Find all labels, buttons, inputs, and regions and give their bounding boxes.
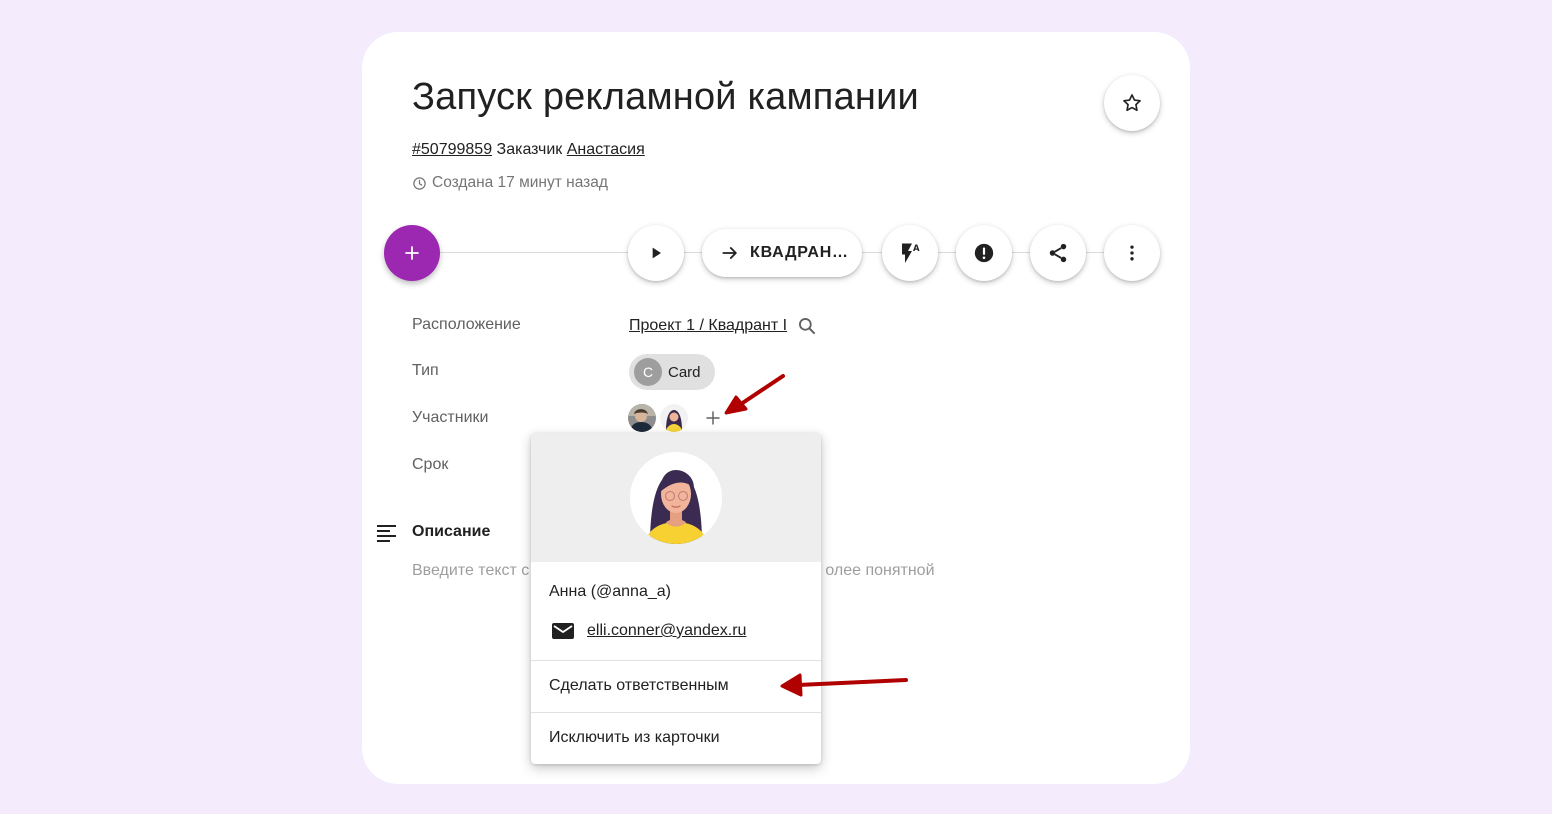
start-button[interactable] [628,225,684,281]
move-to-column-button[interactable]: КВАДРАН… [702,229,862,277]
share-icon [1049,243,1067,263]
remove-from-card-item[interactable]: Исключить из карточки [531,713,821,763]
alert-circle-icon [974,243,994,263]
flash-auto-icon: A [902,243,920,263]
plus-icon [405,246,419,260]
deadline-label: Срок [412,456,449,473]
created-info: Создана 17 минут назад [412,174,608,192]
more-vertical-icon [1130,245,1134,261]
location-field: Проект 1 / Квадрант I [629,316,817,336]
arrow-right-icon [722,247,737,259]
play-icon [652,247,661,259]
member-email-link[interactable]: elli.conner@yandex.ru [587,622,746,640]
member-illustration [660,404,688,432]
member-email-row: elli.conner@yandex.ru [551,621,746,641]
search-icon[interactable] [797,316,817,336]
member-avatar[interactable] [628,404,656,432]
type-chip[interactable]: C Card [629,354,715,390]
automation-button[interactable]: A [882,225,938,281]
clock-icon [413,176,426,190]
description-label: Описание [412,523,491,540]
description-placeholder-right: олее понятной [825,562,935,579]
location-link[interactable]: Проект 1 / Квадрант I [629,317,787,335]
member-popup-header [531,433,821,562]
card-meta: #50799859 Заказчик Анастасия [412,141,645,159]
type-label: Тип [412,362,439,379]
more-button[interactable] [1104,225,1160,281]
star-icon [1123,94,1141,112]
customer-label: Заказчик [496,141,563,158]
type-chip-avatar: C [634,358,662,386]
location-label: Расположение [412,316,521,333]
member-avatar-anna[interactable] [660,404,688,432]
text-align-icon [377,525,396,542]
created-text: Создана 17 минут назад [432,174,608,191]
member-name: Анна (@anna_a) [549,583,671,600]
add-fab-button[interactable] [384,225,440,281]
move-to-column-label: КВАДРАН… [750,244,849,261]
description-placeholder-left: Введите текст с [412,562,530,579]
member-popup: Анна (@anna_a) elli.conner@yandex.ru Сде… [531,433,821,764]
customer-link[interactable]: Анастасия [567,141,645,158]
member-photo [628,404,656,432]
members-label: Участники [412,409,489,426]
member-popup-avatar [630,451,722,544]
svg-text:A: A [913,244,920,254]
type-chip-label: Card [668,363,701,381]
favorite-button[interactable] [1104,75,1160,131]
members-list [628,404,724,432]
share-button[interactable] [1030,225,1086,281]
plus-icon [706,411,720,425]
add-member-button[interactable] [702,407,724,429]
mail-icon [552,623,574,639]
priority-button[interactable] [956,225,1012,281]
card-id-link[interactable]: #50799859 [412,141,492,158]
avatar-illustration [630,451,722,544]
card-title[interactable]: Запуск рекламной кампании [412,76,919,119]
make-responsible-item[interactable]: Сделать ответственным [531,661,821,711]
